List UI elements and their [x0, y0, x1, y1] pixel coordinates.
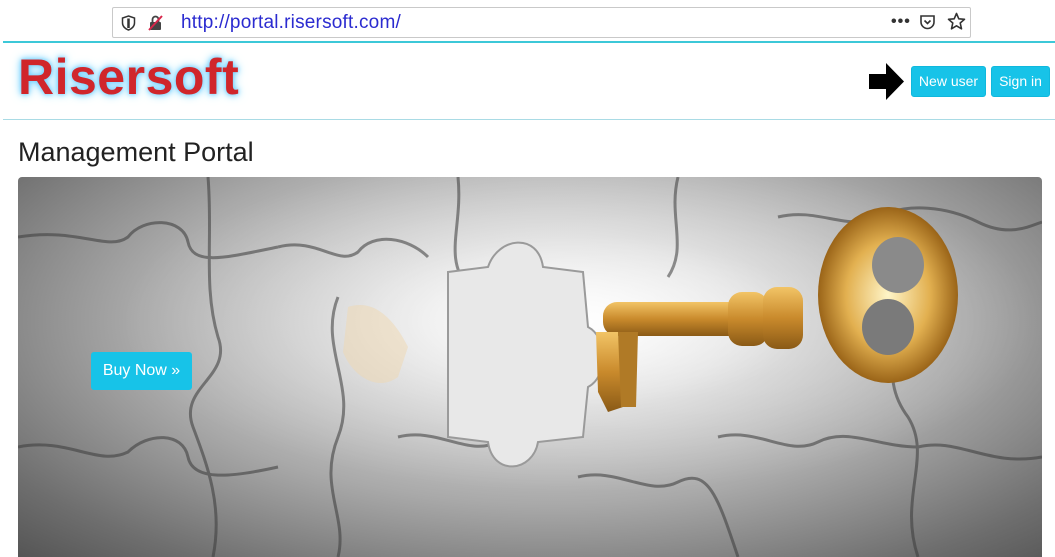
- site-logo[interactable]: Risersoft: [18, 48, 239, 106]
- url-text[interactable]: http://portal.risersoft.com/: [181, 12, 401, 34]
- hero-carousel: Buy Now »: [18, 177, 1042, 557]
- site-navbar: Risersoft New user Sign in: [3, 43, 1055, 120]
- new-user-button[interactable]: New user: [911, 66, 986, 97]
- bookmark-star-icon[interactable]: [947, 12, 966, 31]
- pocket-icon[interactable]: [919, 14, 936, 31]
- insecure-lock-icon[interactable]: [147, 14, 164, 32]
- page-title: Management Portal: [18, 137, 254, 167]
- buy-now-button[interactable]: Buy Now »: [91, 352, 192, 390]
- browser-toolbar: http://portal.risersoft.com/ •••: [0, 0, 1055, 42]
- address-bar[interactable]: http://portal.risersoft.com/ •••: [112, 7, 971, 38]
- tracking-shield-icon[interactable]: [121, 15, 136, 31]
- sign-in-button[interactable]: Sign in: [991, 66, 1050, 97]
- page-actions-icon[interactable]: •••: [891, 13, 911, 31]
- arrow-right-icon: [869, 63, 904, 100]
